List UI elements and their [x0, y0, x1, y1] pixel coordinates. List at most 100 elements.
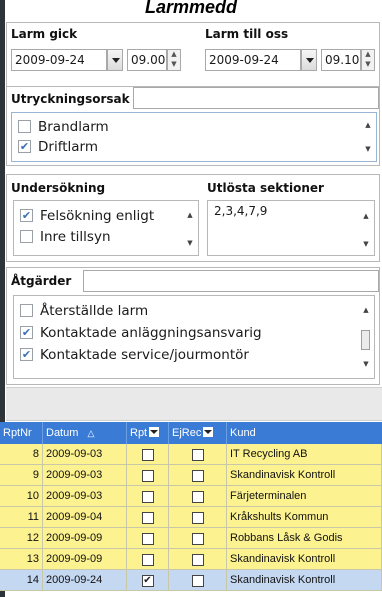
table-row[interactable]: 8 2009-09-03 IT Recycling AB [0, 444, 382, 465]
cell-ejrec [169, 507, 227, 528]
cell-kund[interactable]: Kråkshults Kommun [227, 507, 382, 528]
atgarder-input[interactable] [83, 270, 379, 292]
checkbox[interactable] [191, 512, 204, 524]
larm-till-oss-time-field[interactable]: 09.10 [321, 49, 361, 71]
cell-datum[interactable]: 2009-09-09 [43, 549, 127, 570]
scroll-up-icon[interactable]: ▲ [360, 121, 376, 129]
checkbox-checked[interactable]: ✔ [20, 347, 33, 361]
checkbox[interactable] [20, 303, 33, 317]
cell-datum[interactable]: 2009-09-03 [43, 465, 127, 486]
table-row[interactable]: 14 2009-09-24 ✔ Skandinavisk Kontroll [0, 570, 382, 591]
list-item[interactable]: ✔ Kontaktade anläggningsansvarig [20, 322, 262, 344]
column-header-rptnr[interactable]: RptNr [0, 422, 43, 444]
larm-till-oss-date-field[interactable]: 2009-09-24 [205, 49, 301, 71]
column-header-ejrec[interactable]: EjRec [169, 422, 227, 444]
scroll-up-icon[interactable]: ▲ [358, 306, 374, 314]
cell-datum[interactable]: 2009-09-09 [43, 528, 127, 549]
cell-kund[interactable]: Robbans Låsk & Godis [227, 528, 382, 549]
stepper-up-icon[interactable]: ▲ [168, 50, 180, 60]
scroll-down-icon[interactable]: ▼ [360, 145, 376, 153]
cell-datum[interactable]: 2009-09-24 [43, 570, 127, 591]
scroll-up-icon[interactable]: ▲ [182, 211, 198, 219]
utryckningsorsak-input[interactable] [133, 87, 379, 109]
undersokning-list[interactable]: ✔ Felsökning enligt Inre tillsyn ▲ ▼ [13, 200, 199, 256]
column-header-kund[interactable]: Kund [227, 422, 382, 444]
table-row[interactable]: 12 2009-09-09 Robbans Låsk & Godis [0, 528, 382, 549]
list-item[interactable]: Brandlarm [18, 116, 109, 138]
cell-rptnr[interactable]: 11 [0, 507, 43, 528]
larm-till-oss-date-dropdown-button[interactable] [301, 49, 317, 71]
stepper-down-icon[interactable]: ▼ [362, 60, 374, 70]
list-item[interactable]: Inre tillsyn [20, 226, 111, 248]
larm-till-oss-time-stepper[interactable]: ▲ ▼ [361, 49, 375, 71]
column-header-datum[interactable]: Datum △ [43, 422, 127, 444]
cell-rpt [127, 465, 169, 486]
checkbox[interactable] [191, 491, 204, 503]
vertical-scrollbar[interactable]: ▲ ▼ [358, 201, 374, 255]
checkbox[interactable] [141, 470, 154, 482]
checkbox-checked[interactable]: ✔ [18, 139, 31, 153]
utryckningsorsak-list[interactable]: Brandlarm ✔ Driftlarm ▲ ▼ [11, 112, 377, 162]
checkbox-checked[interactable]: ✔ [20, 325, 33, 339]
filter-dropdown-icon[interactable] [203, 427, 214, 437]
cell-rptnr[interactable]: 14 [0, 570, 43, 591]
scroll-up-icon[interactable]: ▲ [358, 211, 374, 221]
larm-gick-date-field[interactable]: 2009-09-24 [11, 49, 107, 71]
utlosta-sektioner-label: Utlösta sektioner [207, 181, 324, 195]
atgarder-list[interactable]: Återställde larm ✔ Kontaktade anläggnings… [13, 295, 375, 379]
checkbox[interactable] [18, 119, 31, 133]
stepper-up-icon[interactable]: ▲ [362, 50, 374, 60]
scroll-down-icon[interactable]: ▼ [358, 239, 374, 249]
cell-rptnr[interactable]: 9 [0, 465, 43, 486]
scrollbar-thumb[interactable] [361, 330, 370, 350]
checkbox[interactable] [20, 229, 33, 243]
checkbox[interactable] [191, 470, 204, 482]
checkbox[interactable] [191, 533, 204, 545]
cell-rptnr[interactable]: 12 [0, 528, 43, 549]
checkbox[interactable] [141, 533, 154, 545]
stepper-down-icon[interactable]: ▼ [168, 60, 180, 70]
scroll-down-icon[interactable]: ▼ [358, 360, 374, 368]
cell-datum[interactable]: 2009-09-04 [43, 507, 127, 528]
cell-kund[interactable]: IT Recycling AB [227, 444, 382, 465]
cell-kund[interactable]: Färjeterminalen [227, 486, 382, 507]
filter-dropdown-icon[interactable] [149, 427, 160, 437]
checkbox[interactable] [141, 491, 154, 503]
cell-kund[interactable]: Skandinavisk Kontroll [227, 549, 382, 570]
checkbox[interactable] [191, 575, 204, 587]
vertical-scrollbar[interactable]: ▲ ▼ [360, 113, 376, 161]
list-item[interactable]: ✔ Kontaktade service/jourmontör [20, 344, 249, 366]
checkbox-checked[interactable]: ✔ [20, 208, 33, 222]
table-row[interactable]: 10 2009-09-03 Färjeterminalen [0, 486, 382, 507]
larm-gick-date-dropdown-button[interactable] [107, 49, 123, 71]
larm-gick-time-stepper[interactable]: ▲ ▼ [167, 49, 181, 71]
table-row[interactable]: 9 2009-09-03 Skandinavisk Kontroll [0, 465, 382, 486]
list-item[interactable]: ✔ Felsökning enligt [20, 205, 154, 227]
cell-kund[interactable]: Skandinavisk Kontroll [227, 465, 382, 486]
column-header-rpt[interactable]: Rpt [127, 422, 169, 444]
checkbox[interactable] [191, 554, 204, 566]
cell-rptnr[interactable]: 8 [0, 444, 43, 465]
checkbox[interactable] [141, 449, 154, 461]
checkbox[interactable] [141, 554, 154, 566]
scroll-down-icon[interactable]: ▼ [182, 239, 198, 247]
cell-datum[interactable]: 2009-09-03 [43, 444, 127, 465]
checkbox-checked[interactable]: ✔ [141, 575, 154, 587]
table-row[interactable]: 11 2009-09-04 Kråkshults Kommun [0, 507, 382, 528]
checkbox[interactable] [141, 512, 154, 524]
table-row[interactable]: 13 2009-09-09 Skandinavisk Kontroll [0, 549, 382, 570]
vertical-scrollbar[interactable]: ▲ ▼ [182, 201, 198, 255]
checkbox[interactable] [191, 449, 204, 461]
cell-kund[interactable]: Skandinavisk Kontroll [227, 570, 382, 591]
cell-rptnr[interactable]: 13 [0, 549, 43, 570]
larm-gick-label: Larm gick [11, 27, 78, 41]
list-item[interactable]: ✔ Driftlarm [18, 136, 98, 158]
cell-datum[interactable]: 2009-09-03 [43, 486, 127, 507]
cell-rptnr[interactable]: 10 [0, 486, 43, 507]
cell-ejrec [169, 570, 227, 591]
sort-ascending-icon: △ [87, 428, 95, 438]
vertical-scrollbar[interactable]: ▲ ▼ [358, 296, 374, 378]
list-item[interactable]: Återställde larm [20, 300, 148, 322]
utlosta-sektioner-field[interactable]: 2,3,4,7,9 ▲ ▼ [207, 200, 375, 256]
larm-gick-time-field[interactable]: 09.00 [127, 49, 167, 71]
